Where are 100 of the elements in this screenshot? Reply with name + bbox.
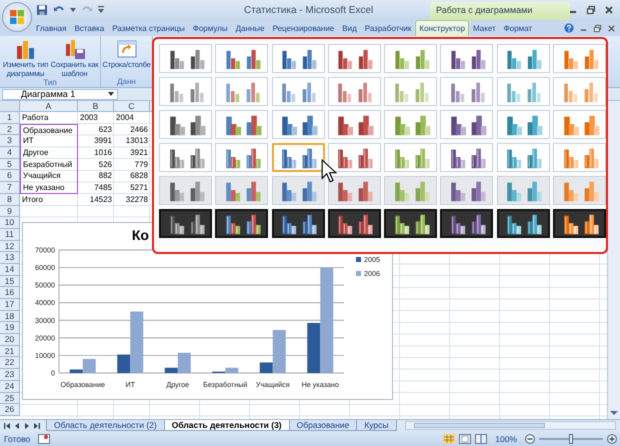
row-number[interactable]: 12 — [0, 240, 20, 252]
logo-icon — [9, 9, 25, 25]
ribbon-tab[interactable]: Рецензирование — [268, 20, 338, 36]
ribbon-tab[interactable]: Разметка страницы — [108, 20, 189, 36]
ribbon-tab[interactable]: Макет — [469, 20, 500, 36]
macro-record-icon[interactable] — [38, 434, 50, 444]
last-sheet-icon[interactable] — [33, 422, 41, 430]
zoom-in-icon[interactable] — [607, 434, 617, 444]
page-break-icon[interactable] — [475, 434, 488, 444]
row-number[interactable]: 4 — [0, 147, 20, 159]
table-cell-text: 1016 — [93, 147, 113, 159]
ribbon-tab[interactable]: Данные — [232, 20, 268, 36]
row-number[interactable]: 5 — [0, 158, 20, 170]
ribbon-tab[interactable]: Конструктор — [415, 20, 470, 36]
table-cell-text: 623 — [98, 124, 113, 136]
table-cell-text: Работа — [21, 112, 50, 124]
ribbon-tab[interactable]: Формат — [500, 20, 536, 36]
table-cell-text: 779 — [134, 158, 149, 170]
chart-save-icon — [64, 38, 86, 60]
ribbon-tab[interactable]: Разработчик — [360, 20, 416, 36]
row-number[interactable]: 9 — [0, 206, 20, 218]
ribbon-tab[interactable]: Вставка — [70, 20, 108, 36]
save-icon[interactable] — [36, 4, 48, 16]
row-number[interactable]: 20 — [0, 334, 20, 346]
row-number[interactable]: 17 — [0, 299, 20, 311]
page-layout-icon[interactable] — [459, 434, 472, 444]
column-header[interactable]: B — [78, 101, 114, 112]
sheet-tab[interactable]: Курсы — [356, 420, 397, 431]
status-text: Готово — [4, 434, 30, 444]
window-title: Статистика - Microsoft Excel — [244, 4, 374, 16]
context-group-label: Работа с диаграммами — [430, 2, 570, 20]
row-number[interactable]: 6 — [0, 170, 20, 182]
row-number[interactable]: 26 — [0, 404, 20, 416]
table-cell-text: 2466 — [129, 124, 149, 136]
row-number[interactable]: 22 — [0, 357, 20, 370]
bar-chart-icon — [14, 38, 36, 60]
close-icon[interactable] — [604, 5, 614, 15]
table-cell-text: 5271 — [129, 182, 149, 194]
sheet-tab[interactable]: Образование — [288, 420, 358, 431]
dropdown-arrow-icon[interactable] — [70, 7, 76, 13]
chart-style-thumbnail[interactable] — [328, 209, 381, 238]
normal-view-icon[interactable] — [443, 434, 456, 444]
table-cell-text: 2003 — [79, 112, 99, 124]
row-number[interactable]: 25 — [0, 392, 20, 404]
chart-style-thumbnail[interactable] — [440, 209, 494, 238]
customize-icon[interactable] — [98, 6, 104, 14]
table-cell-text: Итого — [21, 194, 44, 206]
row-number[interactable]: 1 — [0, 112, 20, 124]
row-number[interactable]: 7 — [0, 182, 20, 194]
table-cell-text: 7485 — [93, 182, 113, 194]
chart-style-thumbnail[interactable] — [215, 209, 268, 238]
table-cell-text: 2004 — [115, 112, 135, 124]
table-cell-text: 14523 — [88, 194, 113, 206]
dropdown-arrow-icon — [108, 91, 114, 97]
row-number[interactable]: 23 — [0, 369, 20, 381]
ribbon-tab[interactable]: Вид — [338, 20, 361, 36]
table-cell-text: 526 — [98, 158, 113, 170]
scroll-down-icon[interactable] — [610, 410, 618, 416]
row-number[interactable]: 19 — [0, 322, 20, 334]
chart-style-thumbnail[interactable] — [496, 209, 550, 238]
sheet-tab[interactable]: Область деятельности (3) — [164, 420, 290, 431]
help-icon[interactable] — [564, 23, 574, 33]
row-number[interactable]: 14 — [0, 264, 20, 276]
vertical-scrollbar[interactable] — [607, 101, 620, 419]
row-number[interactable]: 18 — [0, 310, 20, 322]
row-number[interactable]: 16 — [0, 287, 20, 299]
office-button[interactable] — [2, 2, 32, 32]
table-cell: Безработный — [20, 158, 78, 170]
table-cell: Учащийся — [20, 170, 78, 182]
ribbon-tab[interactable]: Главная — [32, 20, 70, 36]
row-number[interactable]: 13 — [0, 252, 20, 264]
row-number[interactable]: 8 — [0, 194, 20, 206]
zoom-out-icon[interactable] — [525, 434, 535, 444]
chart-style-thumbnail[interactable] — [384, 209, 438, 238]
row-number[interactable]: 11 — [0, 228, 20, 241]
sheet-tab[interactable]: Область деятельности (2) — [46, 420, 165, 431]
row-number[interactable]: 2 — [0, 124, 20, 136]
table-cell-text: 32278 — [124, 194, 149, 206]
chart-style-thumbnail[interactable] — [272, 209, 325, 238]
chart-style-thumbnail[interactable] — [159, 209, 212, 238]
table-cell-text: 3921 — [129, 147, 149, 159]
chart-style-thumbnail[interactable] — [553, 209, 606, 238]
name-box[interactable]: Диаграмма 1 — [2, 88, 118, 100]
row-number[interactable]: 15 — [0, 276, 20, 288]
swap-table-icon — [116, 38, 138, 60]
row-number[interactable]: 21 — [0, 346, 20, 358]
column-header[interactable]: A — [20, 101, 78, 112]
column-header[interactable]: C — [114, 101, 150, 112]
ribbon-tab[interactable]: Формулы — [188, 20, 232, 36]
row-number[interactable]: 24 — [0, 380, 20, 392]
table-cell: ИТ — [20, 135, 78, 148]
chart-style-thumbnail[interactable] — [272, 143, 325, 172]
horizontal-scrollbar[interactable] — [404, 421, 616, 430]
table-cell-text: 882 — [98, 170, 113, 182]
table-cell-text: 3991 — [93, 135, 113, 148]
first-sheet-icon[interactable] — [3, 422, 11, 430]
row-number[interactable]: 10 — [0, 217, 20, 229]
close-icon[interactable] — [607, 24, 616, 32]
row-number[interactable]: 3 — [0, 135, 20, 148]
zoom-level[interactable]: 100% — [495, 434, 517, 444]
